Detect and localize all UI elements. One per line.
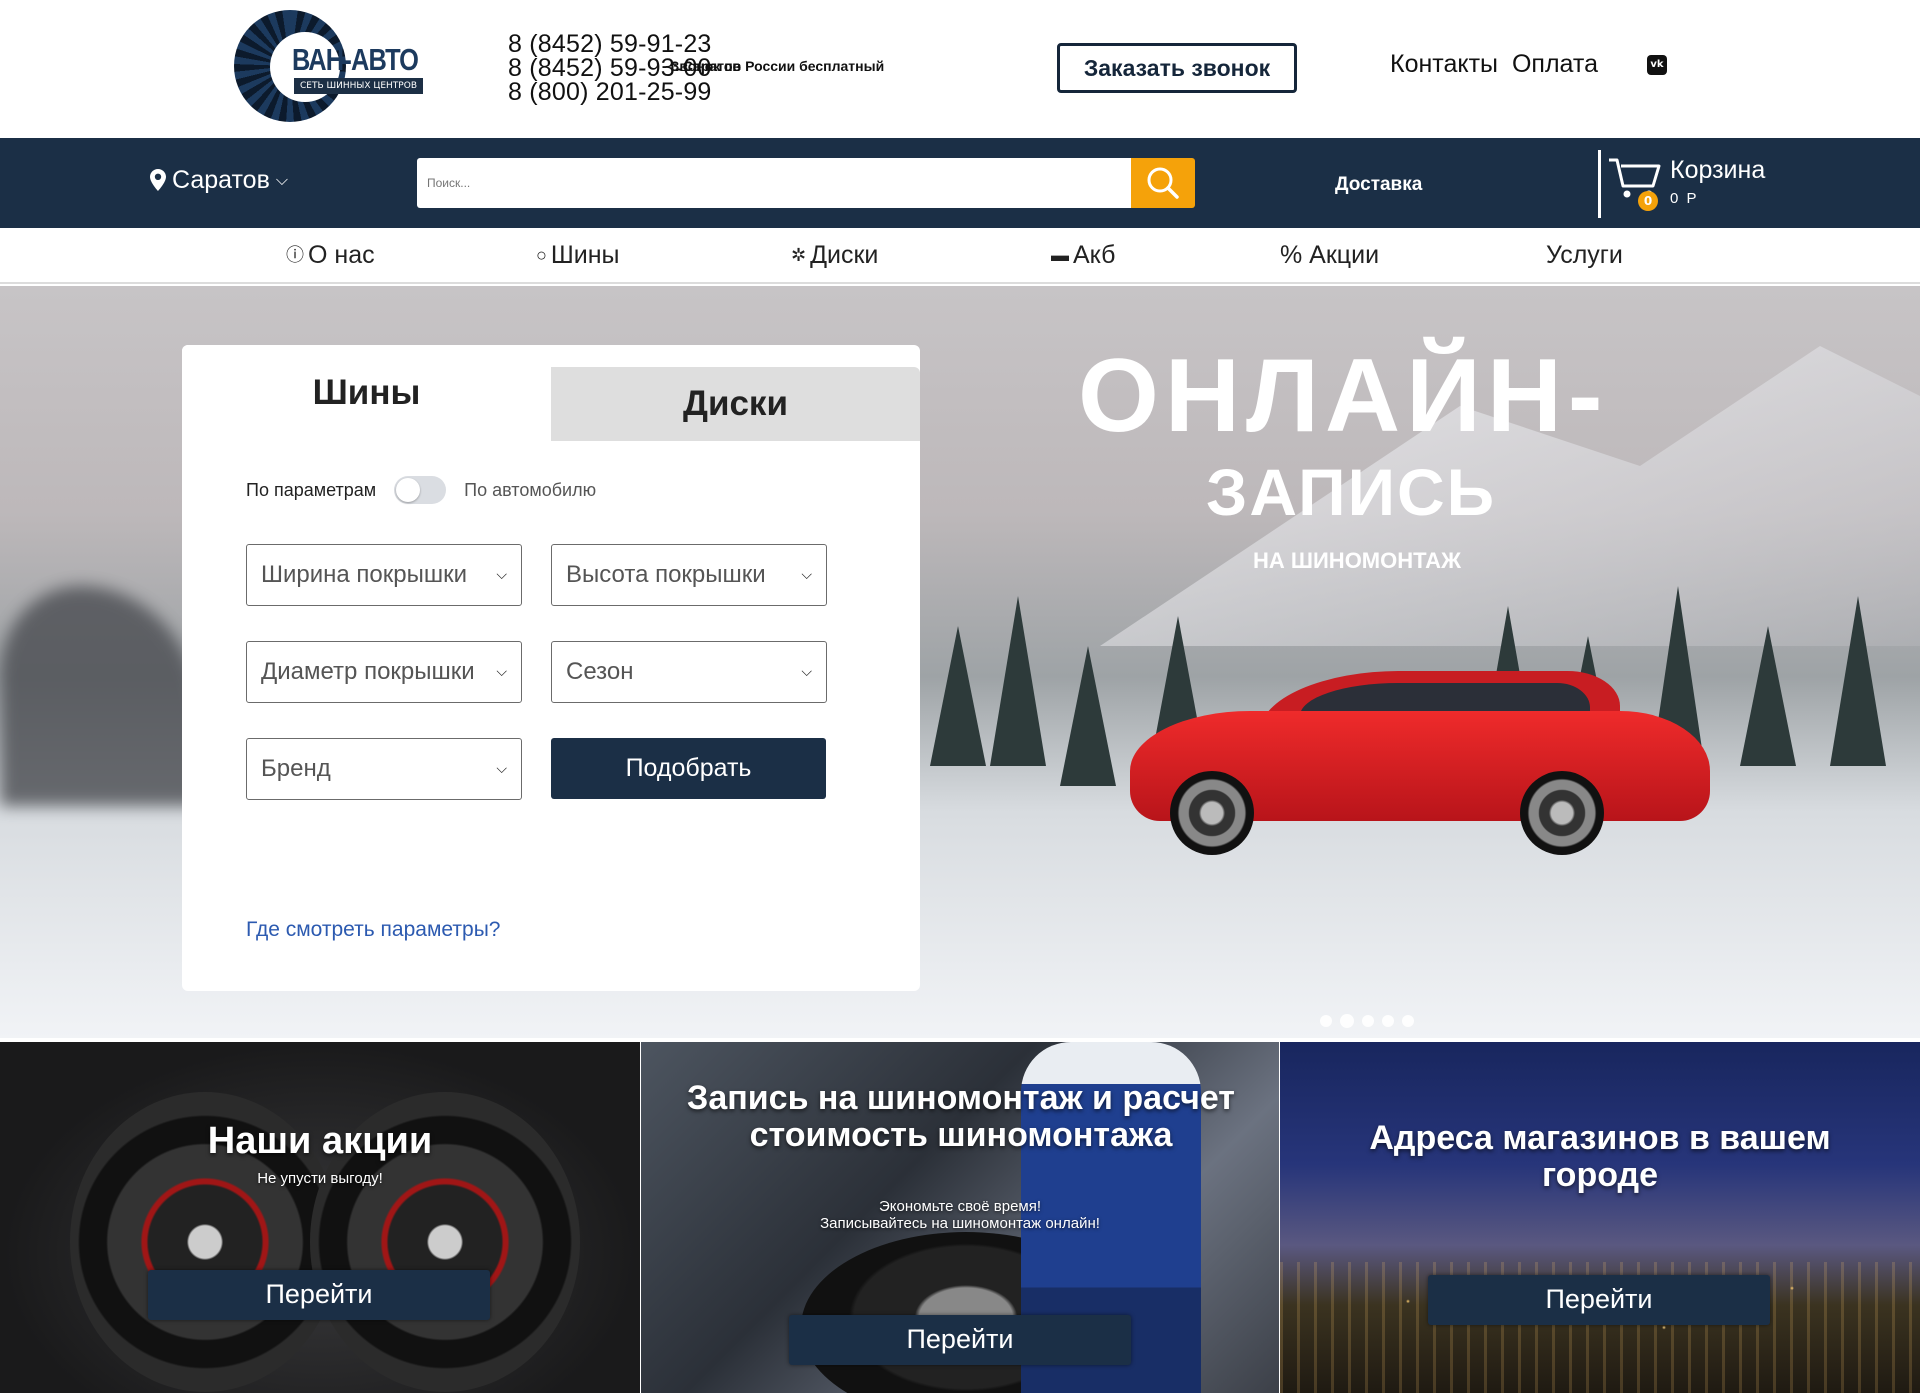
tab-tires[interactable]: Шины <box>182 345 551 441</box>
diameter-select[interactable]: Диаметр покрышки ⌵ <box>246 641 522 703</box>
menu-item-label: Шины <box>550 241 620 269</box>
toggle-label-car[interactable]: По автомобилю <box>464 480 596 500</box>
slider-dot[interactable] <box>1402 1015 1414 1027</box>
chevron-down-icon: ⌵ <box>801 566 812 582</box>
hero-title-second-line: ЗАПИСЬ <box>1206 455 1497 529</box>
slider-dot[interactable] <box>1320 1015 1332 1027</box>
height-select[interactable]: Высота покрышки ⌵ <box>551 544 827 606</box>
tab-rims[interactable]: Диски <box>551 367 920 441</box>
where-params-link[interactable]: Где смотреть параметры? <box>246 918 500 942</box>
width-select[interactable]: Ширина покрышки ⌵ <box>246 544 522 606</box>
tire-icon: ○ <box>536 245 547 265</box>
menu-item-promotions[interactable]: % Акции <box>1280 241 1379 270</box>
slider-dots <box>1320 1012 1422 1031</box>
card-title: Наши акции <box>207 1120 433 1162</box>
search-button[interactable] <box>1131 158 1195 208</box>
toggle-label-params[interactable]: По параметрам <box>246 480 376 500</box>
search-icon <box>1147 167 1179 199</box>
filter-mode-toggle[interactable] <box>394 476 447 504</box>
vk-icon[interactable]: vk <box>1647 55 1667 75</box>
payment-link[interactable]: Оплата <box>1512 50 1598 78</box>
cart-sum: 0 Р <box>1670 190 1699 207</box>
info-icon: ⓘ <box>286 245 304 265</box>
go-button[interactable]: Перейти <box>148 1270 490 1320</box>
hero-title: ОНЛАЙН- <box>1078 338 1609 454</box>
promo-card-booking[interactable]: Запись на шиномонтаж и расчет стоимость … <box>641 1042 1279 1393</box>
menu-item-label: Диски <box>810 241 879 269</box>
menu-item-rims[interactable]: ✲ Диски <box>791 241 878 270</box>
search-input[interactable] <box>417 158 1131 208</box>
phone-line[interactable]: 8 (8452) 59-91-23- г. Саратов <box>508 30 741 74</box>
cart-title[interactable]: Корзина <box>1670 156 1765 185</box>
menu-item-label: Акб <box>1073 241 1116 269</box>
slider-dot[interactable] <box>1382 1015 1394 1027</box>
chevron-down-icon: ⌵ <box>275 172 288 189</box>
go-button[interactable]: Перейти <box>1428 1275 1770 1325</box>
city-name: Саратов <box>172 166 270 194</box>
phone-number[interactable]: 8 (800) 201-25-99 <box>508 78 712 106</box>
select-value: Сезон <box>566 658 634 685</box>
select-value: Высота покрышки <box>566 561 766 588</box>
top-links: Контакты Оплата <box>1390 50 1612 79</box>
phone-note: - Звонок по России бесплатный <box>662 58 885 74</box>
card-title: Адреса магазинов в вашем городе <box>1369 1119 1831 1194</box>
menu-item-label: О нас <box>308 241 375 269</box>
menu-item-about[interactable]: ⓘ О нас <box>286 241 375 270</box>
pick-button[interactable]: Подобрать <box>551 738 826 799</box>
promo-card-deals[interactable]: Наши акции Не упусти выгоду! Перейти <box>0 1042 640 1393</box>
chevron-down-icon: ⌵ <box>496 566 507 582</box>
menu-item-services[interactable]: Услуги <box>1546 241 1623 270</box>
season-select[interactable]: Сезон ⌵ <box>551 641 827 703</box>
card-subtitle-line: Записывайтесь на шиномонтаж онлайн! <box>820 1215 1100 1232</box>
menu-item-tires[interactable]: ○ Шины <box>536 241 620 270</box>
select-value: Диаметр покрышки <box>261 658 475 685</box>
card-subtitle: Не упусти выгоду! <box>257 1170 383 1187</box>
city-selector[interactable]: Саратов ⌵ <box>150 166 288 195</box>
category-menu: ⓘ О нас ○ Шины ✲ Диски ▬ Акб % Акции Услуги <box>0 228 1920 284</box>
contacts-link[interactable]: Контакты <box>1390 50 1498 78</box>
logo-tagline: СЕТЬ ШИННЫХ ЦЕНТРОВ <box>294 78 423 94</box>
card-subtitle: Экономьте своё время! Записывайтесь на ши… <box>641 1198 1279 1232</box>
phone-list: 8 (8452) 59-91-23- г. Саратов 8 (8452) 5… <box>508 30 884 106</box>
cart-divider <box>1598 150 1601 218</box>
slider-dot[interactable] <box>1362 1015 1374 1027</box>
menu-item-label: % Акции <box>1280 241 1380 269</box>
menu-item-label: Услуги <box>1546 241 1623 269</box>
chevron-down-icon: ⌵ <box>496 760 507 776</box>
order-callback-button[interactable]: Заказать звонок <box>1057 43 1297 93</box>
go-button[interactable]: Перейти <box>789 1315 1131 1365</box>
delivery-link[interactable]: Доставка <box>1335 174 1422 196</box>
phone-line[interactable]: 8 (800) 201-25-99 - Звонок по России бесп… <box>508 58 884 106</box>
slider-dot-active[interactable] <box>1340 1014 1354 1028</box>
menu-item-battery[interactable]: ▬ Акб <box>1051 241 1115 270</box>
main-navbar: Саратов ⌵ Доставка 0 Корзина 0 Р <box>0 138 1920 228</box>
card-title: Запись на шиномонтаж и расчет стоимость … <box>687 1079 1235 1154</box>
promo-card-stores[interactable]: Адреса магазинов в вашем городе Перейти <box>1280 1042 1920 1393</box>
logo-name: ВАН-АВТО <box>292 42 419 77</box>
chevron-down-icon: ⌵ <box>801 663 812 679</box>
select-value: Бренд <box>261 755 331 782</box>
filter-mode-toggle-row: По параметрам По автомобилю <box>246 476 596 504</box>
chevron-down-icon: ⌵ <box>496 663 507 679</box>
rim-icon: ✲ <box>791 245 807 265</box>
battery-icon: ▬ <box>1051 245 1069 265</box>
card-subtitle-line: Экономьте своё время! <box>878 1198 1042 1215</box>
top-header: ВАН-АВТО СЕТЬ ШИННЫХ ЦЕНТРОВ 8 (8452) 59… <box>0 0 1920 138</box>
red-car-image <box>1120 671 1720 855</box>
select-value: Ширина покрышки <box>261 561 468 588</box>
brand-select[interactable]: Бренд ⌵ <box>246 738 522 800</box>
hero-subtitle: НА ШИНОМОНТАЖ <box>1253 548 1461 573</box>
site-logo[interactable]: ВАН-АВТО СЕТЬ ШИННЫХ ЦЕНТРОВ <box>234 10 423 122</box>
cart-count-badge: 0 <box>1638 191 1658 211</box>
location-pin-icon <box>150 169 166 191</box>
